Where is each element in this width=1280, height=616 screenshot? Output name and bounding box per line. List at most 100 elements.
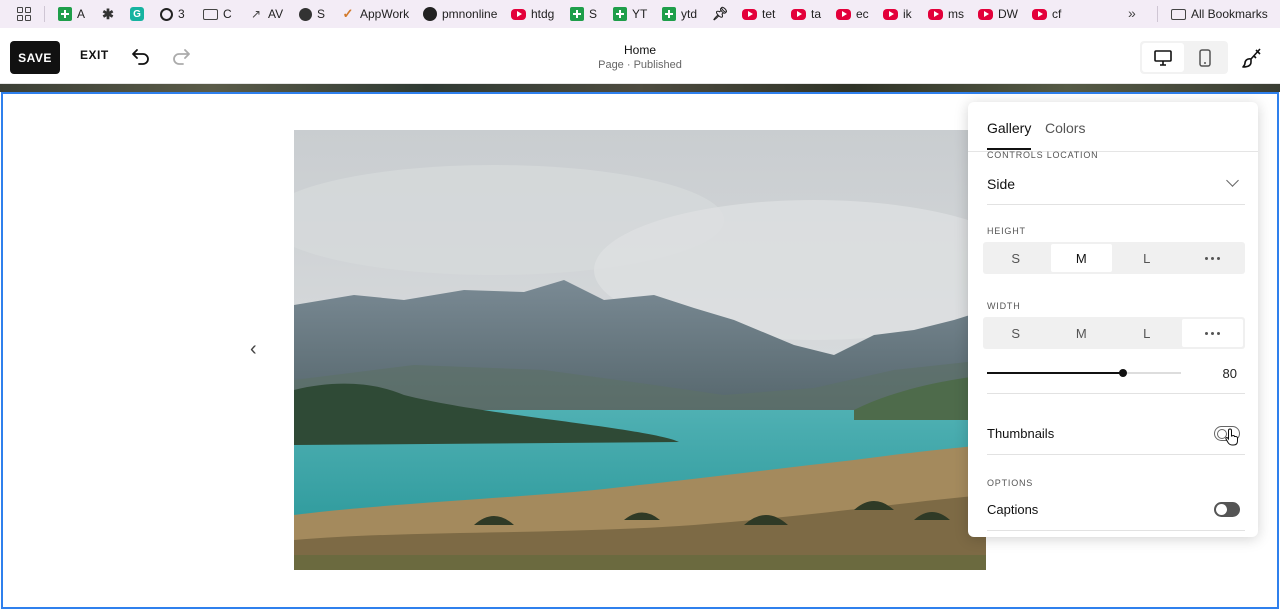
youtube-icon: [883, 8, 898, 20]
thumbnails-label: Thumbnails: [987, 426, 1055, 441]
bookmark-item[interactable]: ytd: [662, 5, 697, 23]
youtube-icon: [1032, 8, 1047, 20]
sheets-icon: [662, 7, 676, 21]
divider: [987, 454, 1245, 455]
bookmark-item[interactable]: ✓ AppWork: [341, 5, 410, 23]
pin-icon: 📌︎: [711, 6, 729, 21]
tab-colors[interactable]: Colors: [1045, 120, 1085, 136]
device-view-toggle: [1140, 41, 1228, 74]
controls-location-select[interactable]: Side: [987, 172, 1245, 205]
sheets-icon: [570, 7, 584, 21]
previous-section-image-strip: [0, 84, 1280, 92]
youtube-icon: [791, 8, 806, 20]
bookmark-item[interactable]: 3: [160, 5, 185, 23]
width-slider-handle[interactable]: [1118, 369, 1127, 377]
tab-gallery[interactable]: Gallery: [987, 120, 1032, 150]
more-dots-icon: [1204, 331, 1220, 335]
captions-toggle[interactable]: [1214, 502, 1240, 517]
width-option-l[interactable]: L: [1116, 319, 1178, 347]
bookmark-item[interactable]: S: [299, 5, 325, 23]
bookmark-item[interactable]: ik: [883, 5, 912, 23]
landscape-photo: [294, 130, 986, 570]
bookmark-item[interactable]: pmnonline: [423, 5, 497, 23]
thumbnails-row: Thumbnails: [987, 426, 1245, 441]
width-slider[interactable]: [987, 369, 1181, 377]
previous-slide-arrow-icon[interactable]: ‹: [250, 338, 257, 361]
bookmark-item[interactable]: G: [130, 5, 144, 23]
globe-icon: [299, 7, 312, 21]
mobile-view-button[interactable]: [1184, 43, 1226, 72]
width-label: WIDTH: [987, 301, 1021, 311]
page-info: Home Page · Published: [540, 43, 740, 71]
controls-location-label: CONTROLS LOCATION: [987, 150, 1099, 160]
undo-icon[interactable]: [130, 45, 152, 67]
bookmark-label: A: [77, 7, 86, 21]
bookmark-item[interactable]: ✱: [101, 5, 115, 23]
sheets-icon: [613, 7, 627, 21]
bookmark-item[interactable]: ec: [836, 5, 869, 23]
width-slider-fill: [987, 372, 1123, 374]
bookmark-label: ik: [903, 7, 912, 21]
bookmark-item[interactable]: htdg: [511, 5, 554, 23]
grammarly-icon: G: [130, 7, 144, 21]
youtube-icon: [928, 8, 943, 20]
desktop-view-button[interactable]: [1142, 43, 1184, 72]
width-option-more[interactable]: [1181, 319, 1243, 347]
bookmark-item[interactable]: DW: [978, 5, 1018, 23]
chevron-down-icon: [1226, 174, 1239, 187]
all-bookmarks-button[interactable]: All Bookmarks: [1171, 5, 1268, 23]
height-label: HEIGHT: [987, 226, 1026, 236]
bookmark-label: YT: [632, 7, 648, 21]
width-value: 80: [1222, 366, 1237, 381]
youtube-icon: [742, 8, 757, 20]
bookmark-item[interactable]: tet: [742, 5, 775, 23]
all-bookmarks-label: All Bookmarks: [1191, 7, 1268, 21]
bookmark-label: cf: [1052, 7, 1062, 21]
bookmark-label: C: [223, 7, 232, 21]
bookmark-label: DW: [998, 7, 1018, 21]
folder-icon: [1171, 8, 1186, 20]
apps-grid-icon[interactable]: [17, 7, 31, 21]
divider: [987, 393, 1245, 394]
check-icon: ✓: [342, 6, 354, 21]
bookmark-label: ta: [811, 7, 822, 21]
bookmark-item[interactable]: cf: [1032, 5, 1061, 23]
bookmark-item[interactable]: C: [203, 5, 232, 23]
page-status: Page · Published: [598, 59, 682, 71]
bookmarks-bar: A ✱ G 3 C ↗ AV S ✓ AppWork pmnonline htdg …: [0, 0, 1280, 28]
bookmark-item[interactable]: A: [58, 5, 85, 23]
site-styles-brush-icon[interactable]: [1241, 47, 1263, 69]
hand-pointer-cursor-icon: [1225, 428, 1238, 446]
bookmark-item[interactable]: YT: [613, 5, 647, 23]
width-segmented-control: S M L: [983, 317, 1245, 349]
threads-icon: [160, 7, 173, 21]
bookmark-item[interactable]: ↗ AV: [249, 5, 283, 23]
bookmarks-divider: [44, 6, 45, 22]
captions-label: Captions: [987, 502, 1039, 517]
chart-icon: ↗: [250, 7, 262, 21]
github-icon: [423, 7, 437, 21]
bookmark-item[interactable]: ta: [791, 5, 821, 23]
height-option-more[interactable]: [1182, 244, 1244, 272]
bookmark-item[interactable]: S: [570, 5, 597, 23]
save-button[interactable]: SAVE: [10, 41, 60, 74]
redo-icon[interactable]: [170, 45, 192, 67]
width-option-s[interactable]: S: [985, 319, 1047, 347]
controls-location-value: Side: [987, 176, 1016, 192]
exit-button[interactable]: EXIT: [80, 48, 109, 62]
more-bookmarks-chevron-icon[interactable]: »: [1128, 5, 1136, 21]
height-segmented-control: S M L: [983, 242, 1245, 274]
width-option-m[interactable]: M: [1051, 319, 1113, 347]
divider: [987, 530, 1245, 531]
height-option-s[interactable]: S: [985, 244, 1047, 272]
options-label: OPTIONS: [987, 478, 1034, 488]
bookmark-item[interactable]: 📌︎: [711, 5, 729, 23]
height-option-m[interactable]: M: [1050, 244, 1112, 272]
height-option-l[interactable]: L: [1116, 244, 1178, 272]
bookmark-label: S: [589, 7, 598, 21]
bookmark-item[interactable]: ms: [928, 5, 964, 23]
bookmark-label: pmnonline: [442, 7, 498, 21]
youtube-icon: [978, 8, 993, 20]
gallery-image-lake-mountains[interactable]: [294, 130, 986, 570]
bookmark-label: 3: [178, 7, 185, 21]
